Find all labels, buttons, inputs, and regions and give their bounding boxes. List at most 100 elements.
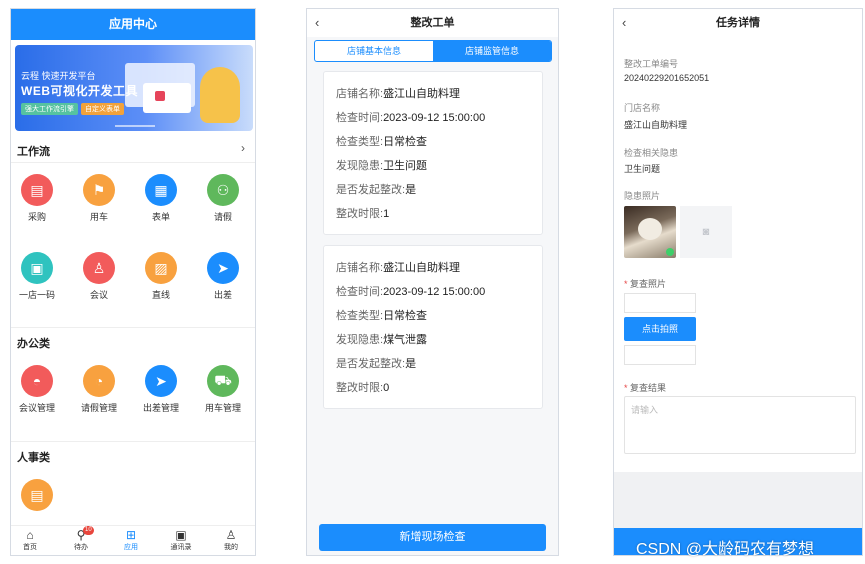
inspection-card[interactable]: 店铺名称:盛江山自助料理 检查时间:2023-09-12 15:00:00 检查类型… [323,245,543,409]
info-value: 卫生问题 [383,160,428,172]
app-item-label: 采购 [27,212,46,222]
info-key: 发现隐患: [336,160,384,172]
chevron-right-icon[interactable]: › [241,141,245,155]
info-value: 煤气泄露 [383,334,428,346]
order-no-value: 20240229201652051 [624,73,710,83]
page-title: 整改工单 [410,17,455,29]
people-icon: ⚇ [207,174,239,206]
info-key: 检查类型: [336,136,384,148]
info-row: 检查类型:日常检查 [336,130,530,154]
tab-item[interactable]: ⚲ 10 待办 [66,526,96,552]
app-item-label: 会议 [89,290,108,300]
cat-face-graphic [638,218,662,240]
banner-tag: 自定义表单 [81,103,124,115]
apps-icon: ⊞ [125,528,137,542]
user-icon: ♙ [225,528,237,542]
app-item[interactable]: ▨ 直线 [141,252,181,301]
info-row: 整改时限:0 [336,376,530,400]
take-photo-button[interactable]: 点击拍照 [624,317,696,341]
recheck-photo-label: * 复查照片 [624,279,667,289]
tab-store-supervision-info[interactable]: 店铺监管信息 [433,41,551,61]
banner-window-graphic [143,83,191,113]
home-icon: ⌂ [26,528,34,542]
info-value: 日常检查 [383,136,428,148]
tab-item[interactable]: ▣ 通讯录 [166,528,196,552]
app-item[interactable]: ⛟ 用车管理 [203,365,243,414]
info-key: 是否发起整改: [336,184,406,196]
page-title: 任务详情 [716,17,760,29]
doc-icon: ▤ [21,174,53,206]
header: ‹ 整改工单 [307,9,558,37]
info-row: 店铺名称:盛江山自助料理 [336,82,530,106]
app-item[interactable]: ➤ 出差管理 [141,365,181,414]
form-icon: ▦ [145,174,177,206]
tab-label: 我的 [224,544,238,551]
info-value: 盛江山自助料理 [383,88,461,100]
back-icon[interactable]: ‹ [622,9,626,37]
info-key: 检查时间: [336,112,384,124]
tab-store-basic-info[interactable]: 店铺基本信息 [315,41,433,61]
info-key: 店铺名称: [336,262,384,274]
badge-count: 10 [83,526,94,535]
info-row: 店铺名称:盛江山自助料理 [336,256,530,280]
app-item[interactable]: ◔ 请假管理 [79,365,119,414]
bottom-tab-bar: ⌂ 首页 ⚲ 10 待办 ⊞ 应用 ▣ 通讯录 ♙ 我的 [11,525,255,555]
hazard-value: 卫生问题 [624,164,661,174]
inspection-card[interactable]: 店铺名称:盛江山自助料理 检查时间:2023-09-12 15:00:00 检查类型… [323,71,543,235]
app-item[interactable]: ⚑ 用车 [79,174,119,223]
divider [11,162,255,163]
app-item-label: 请假 [213,212,232,222]
play-icon [155,91,165,101]
tab-item[interactable]: ⌂ 首页 [15,528,45,552]
app-item[interactable]: ▦ 表单 [141,174,181,223]
info-row: 是否发起整改:是 [336,178,530,202]
section-title-hr: 人事类 [17,452,50,464]
info-value: 2023-09-12 15:00:00 [383,286,486,298]
flag-icon: ⚑ [83,174,115,206]
promo-banner[interactable]: 云程 快速开发平台 WEB可视化开发工具 强大工作流引擎 自定义表单 [15,45,253,131]
hazard-photo[interactable] [624,206,676,258]
back-icon[interactable]: ‹ [315,9,319,37]
banner-indicator [115,125,155,127]
task-detail-screen: ‹ 任务详情 整改工单编号 20240229201652051 门店名称 盛江山… [613,8,863,556]
app-item[interactable]: ◓ 会议管理 [17,365,57,414]
app-item[interactable]: ▤ 采购 [17,174,57,223]
hazard-photo-label: 隐患照片 [624,191,661,201]
camera-icon[interactable]: ◙ [680,206,732,258]
app-item-label: 用车管理 [204,403,241,413]
section-title-workflow: 工作流 [17,146,50,158]
leave-icon: ◔ [83,365,115,397]
app-item-label: 请假管理 [80,403,117,413]
recheck-result-label: * 复查结果 [624,383,667,393]
info-value: 1 [383,208,390,220]
section-title-office: 办公类 [17,338,50,350]
app-item-label: 表单 [151,212,170,222]
app-item[interactable]: ▣ 一店一码 [17,252,57,301]
app-item-label: 出差 [213,290,232,300]
info-row: 发现隐患:卫生问题 [336,154,530,178]
app-item[interactable]: ⚇ 请假 [203,174,243,223]
segment-control: 店铺基本信息 店铺监管信息 [314,40,552,62]
person-icon: ♙ [83,252,115,284]
hazard-label: 检查相关隐患 [624,148,679,158]
app-item-label: 会议管理 [18,403,55,413]
app-item[interactable]: ➤ 出差 [203,252,243,301]
app-item[interactable]: ▤ [17,479,57,515]
info-row: 整改时限:1 [336,202,530,226]
recheck-result-input[interactable]: 请输入 [624,396,856,454]
info-row: 检查类型:日常检查 [336,304,530,328]
tab-item[interactable]: ⊞ 应用 [116,528,146,552]
info-value: 是 [405,358,417,370]
add-onsite-inspection-button[interactable]: 新增现场检查 [319,524,546,551]
info-key: 发现隐患: [336,334,384,346]
info-key: 店铺名称: [336,88,384,100]
app-item[interactable]: ♙ 会议 [79,252,119,301]
page-title: 应用中心 [11,9,255,40]
check-icon [666,248,674,256]
plane-icon: ➤ [145,365,177,397]
tab-item[interactable]: ♙ 我的 [216,528,246,552]
rectification-screen: ‹ 整改工单 店铺基本信息 店铺监管信息 店铺名称:盛江山自助料理 检查时间:20… [306,8,559,556]
divider [11,441,255,442]
banner-subtitle: 云程 快速开发平台 [21,71,96,81]
info-row: 是否发起整改:是 [336,352,530,376]
